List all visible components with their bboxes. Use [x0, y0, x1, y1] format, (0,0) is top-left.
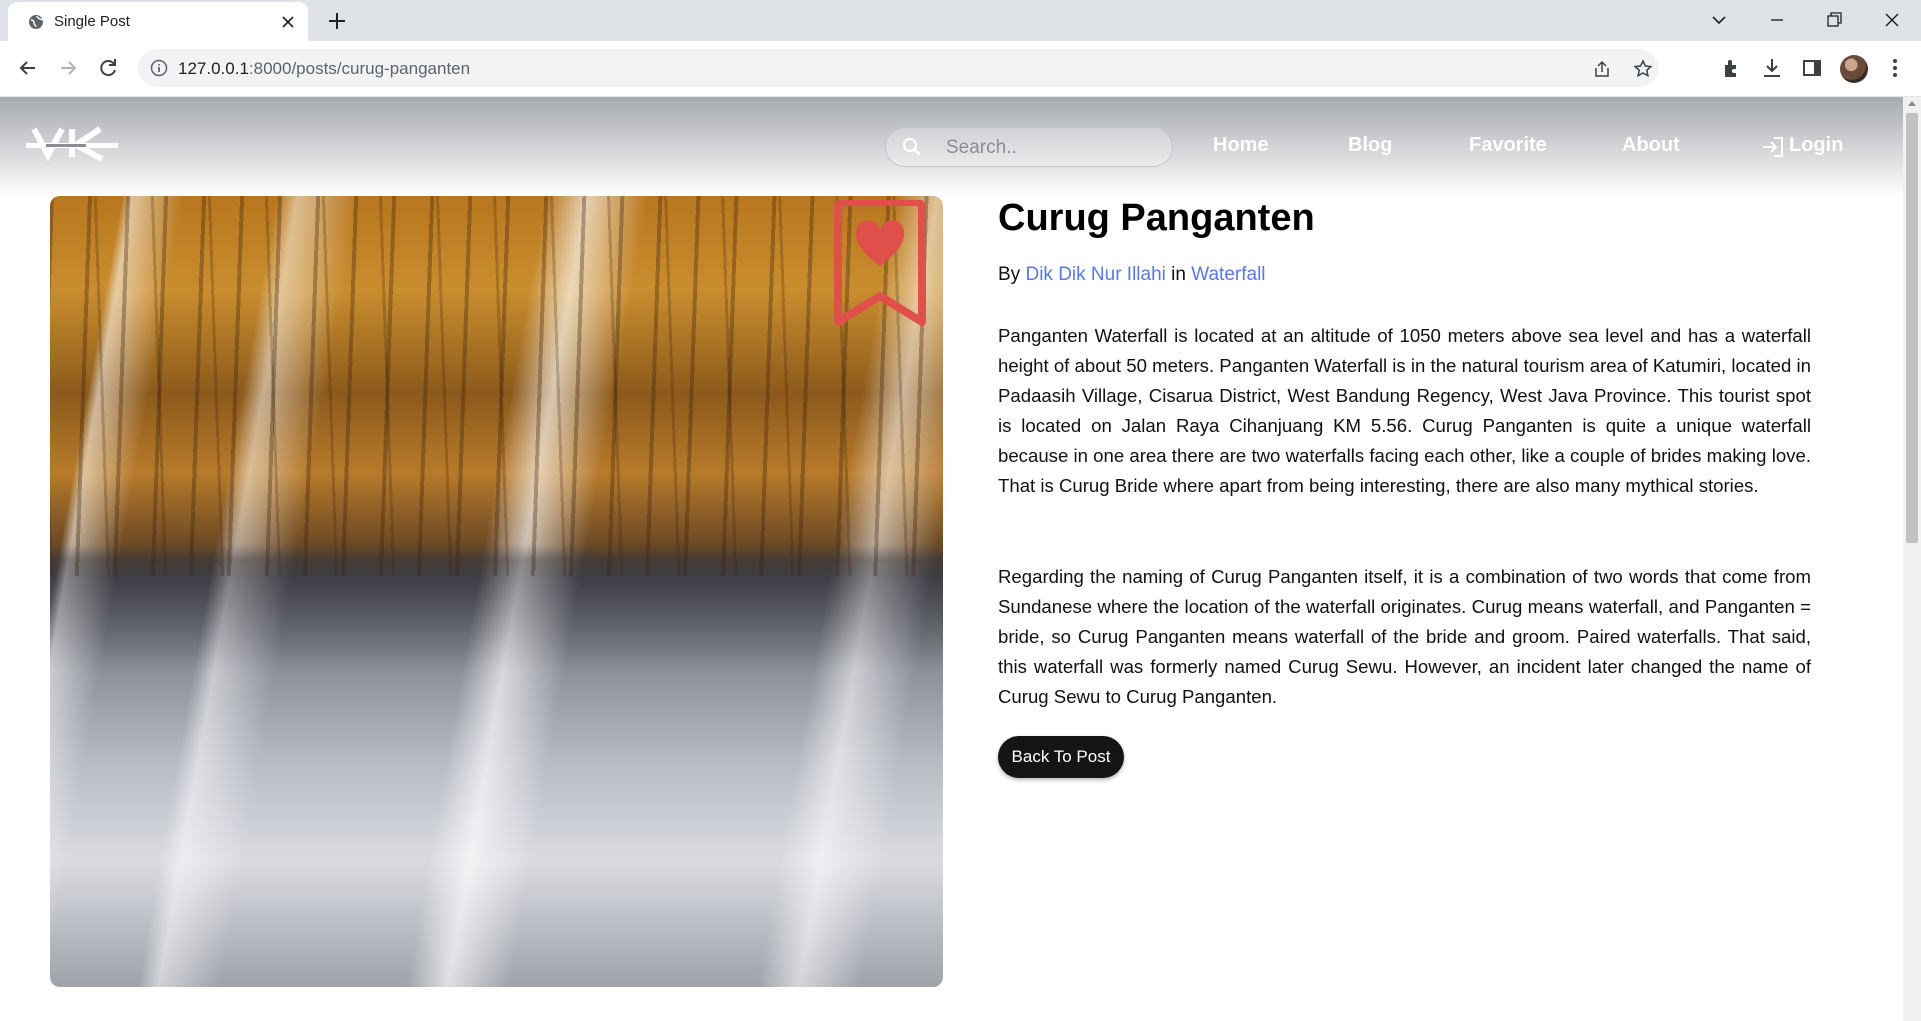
search-input[interactable] [944, 134, 1158, 162]
post-paragraph-1: Panganten Waterfall is located at an alt… [998, 325, 1811, 496]
url-host: 127.0.0.1 [178, 59, 249, 78]
nav-home[interactable]: Home [1213, 134, 1269, 157]
nav-favorite[interactable]: Favorite [1469, 134, 1547, 157]
scrollbar-thumb[interactable] [1906, 113, 1918, 543]
image-foliage [50, 196, 943, 576]
side-panel-icon[interactable] [1800, 56, 1824, 80]
post-image [50, 196, 943, 987]
bookmark-star-icon[interactable] [1633, 59, 1653, 79]
tab-search-icon[interactable] [1708, 9, 1730, 31]
share-icon[interactable] [1592, 59, 1612, 79]
restore-icon[interactable] [1823, 9, 1845, 31]
in-label: in [1171, 264, 1186, 285]
close-window-icon[interactable] [1881, 9, 1903, 31]
site-info-icon[interactable] [150, 59, 168, 77]
post-byline: By Dik Dik Nur Illahi in Waterfall [998, 264, 1266, 286]
login-icon[interactable] [1760, 134, 1786, 160]
forward-arrow-icon[interactable] [55, 55, 81, 81]
profile-avatar[interactable] [1840, 55, 1868, 83]
back-arrow-icon[interactable] [15, 55, 41, 81]
extensions-icon[interactable] [1720, 56, 1744, 80]
post-title: Curug Panganten [998, 197, 1315, 239]
site-search[interactable] [885, 127, 1173, 167]
url-text[interactable]: 127.0.0.1:8000/posts/curug-panganten [178, 59, 470, 79]
browser-tab-bar: Single Post [0, 0, 1921, 41]
by-label: By [998, 264, 1021, 285]
download-icon[interactable] [1760, 56, 1784, 80]
nav-blog[interactable]: Blog [1348, 134, 1392, 157]
nav-about[interactable]: About [1622, 134, 1680, 157]
back-to-post-button[interactable]: Back To Post [998, 736, 1124, 778]
minimize-icon[interactable] [1766, 9, 1788, 31]
author-link[interactable]: Dik Dik Nur Illahi [1025, 264, 1165, 285]
new-tab-icon[interactable] [326, 10, 348, 32]
nav-login[interactable]: Login [1789, 134, 1843, 157]
page-viewport: Home Blog Favorite About Login Curug Pan… [0, 97, 1903, 1021]
globe-icon [29, 15, 44, 29]
reload-icon[interactable] [95, 55, 121, 81]
tab-title: Single Post [54, 13, 130, 30]
browser-tab[interactable]: Single Post [8, 2, 308, 41]
post-paragraph-2: Regarding the naming of Curug Panganten … [998, 566, 1811, 707]
page-scrollbar[interactable] [1903, 97, 1921, 1021]
favorite-bookmark-icon[interactable] [832, 200, 928, 328]
browser-toolbar: 127.0.0.1:8000/posts/curug-panganten [0, 41, 1921, 97]
address-bar[interactable]: 127.0.0.1:8000/posts/curug-panganten [138, 49, 1658, 87]
url-path: :8000/posts/curug-panganten [248, 59, 471, 78]
more-menu-icon[interactable] [1883, 56, 1907, 80]
search-icon [902, 137, 921, 156]
site-navbar: Home Blog Favorite About Login [0, 97, 1903, 197]
site-logo[interactable] [26, 125, 118, 163]
close-tab-icon[interactable] [280, 14, 296, 30]
scroll-up-arrow-icon[interactable] [1908, 101, 1916, 106]
category-link[interactable]: Waterfall [1191, 264, 1265, 285]
